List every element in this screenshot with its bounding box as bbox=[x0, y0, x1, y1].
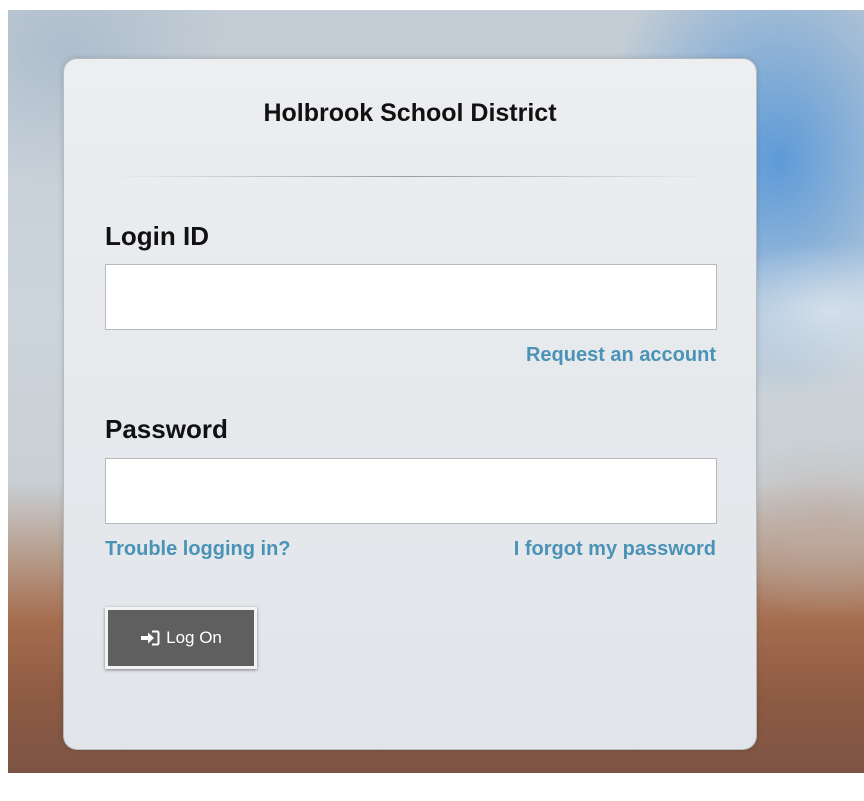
log-on-button-label: Log On bbox=[166, 628, 222, 647]
log-on-button[interactable]: Log On bbox=[105, 607, 257, 669]
request-account-link[interactable]: Request an account bbox=[526, 344, 716, 367]
password-label: Password bbox=[105, 414, 228, 444]
forgot-password-link[interactable]: I forgot my password bbox=[514, 538, 716, 561]
trouble-logging-in-link[interactable]: Trouble logging in? bbox=[105, 538, 291, 561]
login-id-label: Login ID bbox=[105, 221, 209, 251]
login-id-input[interactable] bbox=[105, 264, 717, 330]
district-title: Holbrook School District bbox=[263, 99, 557, 127]
password-input[interactable] bbox=[105, 458, 717, 524]
sign-in-icon bbox=[140, 630, 160, 646]
page: Holbrook School District Login ID Reques… bbox=[0, 0, 864, 801]
login-panel: Holbrook School District Login ID Reques… bbox=[63, 58, 757, 750]
title-divider bbox=[109, 176, 711, 177]
